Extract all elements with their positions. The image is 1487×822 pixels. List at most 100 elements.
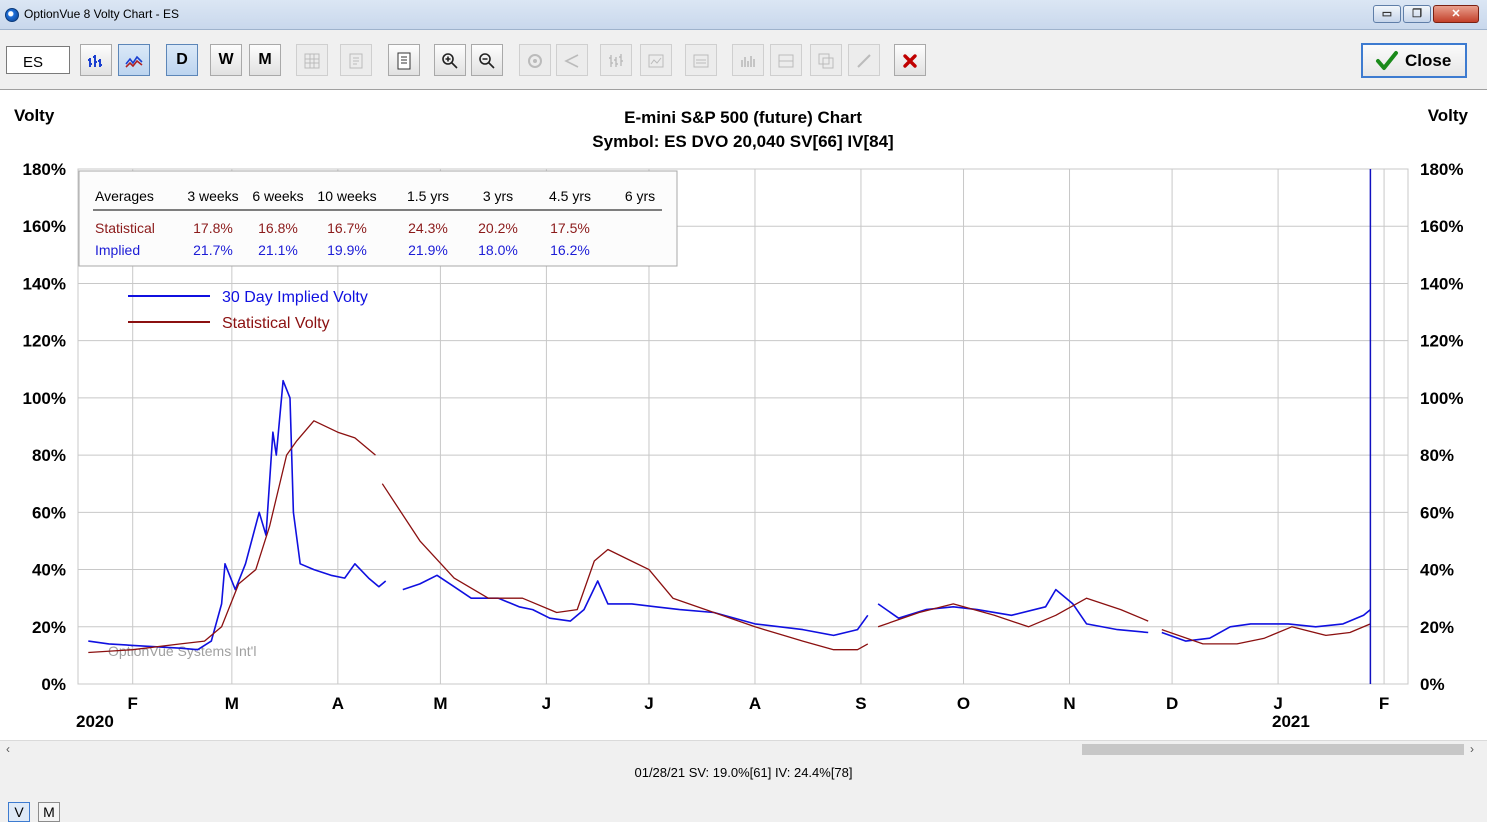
implied-volty-line-segment-4 — [1161, 608, 1371, 642]
x-axis-ticks: FMAMJJASONDJF — [128, 694, 1390, 713]
toolbar: D W M Close — [0, 30, 1487, 88]
averages-header-cell: 1.5 yrs — [407, 188, 449, 204]
close-button-label: Close — [1405, 51, 1452, 70]
x-tick-label: J — [1273, 694, 1282, 713]
minimize-icon: ▭ — [1381, 8, 1393, 20]
x-tick-label: A — [332, 694, 344, 713]
x-tick-label: J — [644, 694, 653, 713]
y-tick-label-right: 120% — [1420, 332, 1463, 351]
averages-header-cell: Averages — [95, 188, 154, 204]
x-tick-label: F — [128, 694, 138, 713]
legend: 30 Day Implied Volty Statistical Volty — [128, 289, 368, 332]
pencil-icon — [857, 54, 871, 68]
window-title: OptionVue 8 Volty Chart - ES — [24, 7, 179, 21]
restore-icon: ❐ — [1412, 8, 1422, 20]
bar-chart-button[interactable] — [80, 44, 112, 76]
zoom-in-button[interactable] — [434, 44, 466, 76]
averages-header-cell: 6 yrs — [625, 188, 655, 204]
line-chart-icon — [125, 55, 143, 68]
close-icon: ✕ — [1451, 8, 1461, 20]
averages-row-label: Statistical — [95, 220, 155, 236]
minimize-button[interactable]: ▭ — [1373, 5, 1401, 23]
averages-panel: Averages 3 weeks 6 weeks 10 weeks 1.5 yrs 3 y… — [78, 170, 678, 267]
angle-icon — [564, 54, 579, 68]
study-icon — [648, 54, 664, 68]
y-tick-label-right: 160% — [1420, 217, 1463, 236]
y-tick-label-left: 60% — [32, 503, 66, 522]
copy-tool-button[interactable] — [810, 44, 842, 76]
x-tick-label: M — [433, 694, 447, 713]
app-icon — [5, 8, 19, 22]
mode-v-button[interactable]: V — [8, 802, 30, 822]
angle-tool-button[interactable] — [556, 44, 588, 76]
bar-chart-icon — [88, 55, 102, 67]
month-period-button[interactable]: M — [249, 44, 281, 76]
y-tick-label-left: 160% — [23, 217, 66, 236]
mode-m-button[interactable]: M — [38, 802, 60, 822]
y-tick-label-left: 140% — [23, 274, 66, 293]
target-tool-button[interactable] — [519, 44, 551, 76]
scrollbar-thumb[interactable] — [1082, 744, 1464, 755]
left-axis-title: Volty — [14, 106, 55, 125]
chart-area[interactable]: Volty Volty E-mini S&P 500 (future) Char… — [0, 89, 1487, 822]
averages-cell: 19.9% — [327, 242, 367, 258]
averages-cell: 20.2% — [478, 220, 518, 236]
y-tick-label-right: 140% — [1420, 274, 1463, 293]
study-tool-button-1[interactable] — [640, 44, 672, 76]
line-chart-button[interactable] — [118, 44, 150, 76]
report-button[interactable] — [388, 44, 420, 76]
chart-subtitle: Symbol: ES DVO 20,040 SV[66] IV[84] — [592, 132, 893, 151]
y-tick-label-left: 180% — [23, 160, 66, 179]
day-period-button[interactable]: D — [166, 44, 198, 76]
x-tick-label: A — [749, 694, 761, 713]
zoom-out-button[interactable] — [471, 44, 503, 76]
print-preview-button[interactable] — [340, 44, 372, 76]
draw-line-button[interactable] — [848, 44, 880, 76]
y-tick-label-left: 100% — [23, 389, 66, 408]
x-tick-label: J — [542, 694, 551, 713]
volume-icon — [741, 56, 755, 67]
year-label-2021: 2021 — [1272, 712, 1310, 731]
averages-cell: 21.1% — [258, 242, 298, 258]
zoom-out-icon — [479, 53, 495, 69]
horizontal-scrollbar[interactable]: ‹ › — [0, 740, 1487, 758]
checkmark-icon — [1376, 51, 1398, 70]
averages-cell: 17.8% — [193, 220, 233, 236]
document-icon — [397, 52, 411, 70]
averages-header-cell: 4.5 yrs — [549, 188, 591, 204]
y-tick-label-right: 80% — [1420, 446, 1454, 465]
target-icon — [528, 54, 542, 68]
x-tick-label: O — [957, 694, 970, 713]
y-tick-label-right: 20% — [1420, 618, 1454, 637]
averages-cell: 16.8% — [258, 220, 298, 236]
week-period-button[interactable]: W — [210, 44, 242, 76]
ohlc-icon — [609, 54, 623, 67]
averages-header-cell: 3 weeks — [187, 188, 238, 204]
ohlc-tool-button[interactable] — [600, 44, 632, 76]
restore-button[interactable]: ❐ — [1403, 5, 1431, 23]
grid-tool-button[interactable] — [296, 44, 328, 76]
study-tool-button-2[interactable] — [685, 44, 717, 76]
copy-icon — [818, 53, 834, 69]
year-label-2020: 2020 — [76, 712, 114, 731]
legend-implied-label: 30 Day Implied Volty — [222, 289, 368, 306]
delete-button[interactable] — [894, 44, 926, 76]
volatility-chart[interactable]: Volty Volty E-mini S&P 500 (future) Char… — [0, 90, 1487, 741]
y-tick-label-right: 180% — [1420, 160, 1463, 179]
scroll-right-icon[interactable]: › — [1470, 741, 1474, 758]
y-tick-label-right: 100% — [1420, 389, 1463, 408]
x-tick-label: F — [1379, 694, 1389, 713]
overlay-tool-button[interactable] — [770, 44, 802, 76]
y-tick-label-right: 0% — [1420, 675, 1445, 694]
close-button[interactable]: Close — [1361, 43, 1467, 78]
chart-title: E-mini S&P 500 (future) Chart — [624, 108, 862, 127]
scroll-left-icon[interactable]: ‹ — [6, 741, 10, 758]
symbol-input[interactable] — [6, 46, 70, 74]
volume-tool-button[interactable] — [732, 44, 764, 76]
averages-cell: 16.2% — [550, 242, 590, 258]
statistical-volty-line-segment-2 — [381, 483, 869, 651]
implied-volty-line-segment-3 — [877, 588, 1149, 634]
window-close-button[interactable]: ✕ — [1433, 5, 1479, 23]
averages-header-cell: 10 weeks — [317, 188, 376, 204]
x-tick-label: N — [1063, 694, 1075, 713]
